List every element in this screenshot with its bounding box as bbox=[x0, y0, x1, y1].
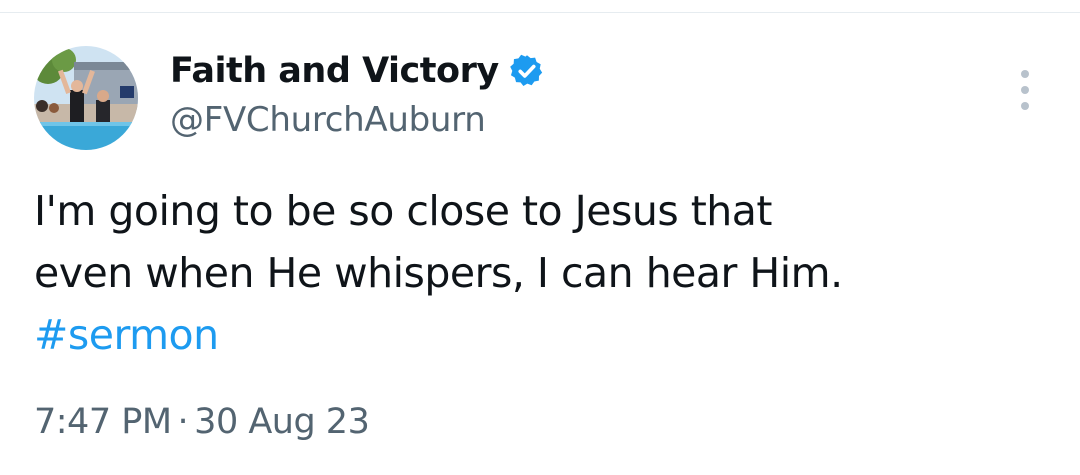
author-handle[interactable]: @FVChurchAuburn bbox=[170, 100, 486, 140]
tweet: Faith and Victory @FVChurchAuburn I'm go… bbox=[0, 0, 1080, 475]
avatar-image bbox=[34, 46, 138, 150]
more-dot bbox=[1021, 102, 1029, 110]
tweet-text-line: I'm going to be so close to Jesus that bbox=[34, 187, 772, 235]
more-dot bbox=[1021, 86, 1029, 94]
timestamp-separator: · bbox=[177, 402, 189, 442]
more-vertical-icon[interactable] bbox=[1010, 70, 1040, 110]
verified-badge-icon bbox=[509, 54, 542, 86]
tweet-hashtag-line: #sermon bbox=[34, 304, 1044, 366]
author-name-row: Faith and Victory bbox=[170, 48, 545, 94]
avatar[interactable] bbox=[34, 46, 138, 150]
tweet-date: 30 Aug 23 bbox=[194, 402, 370, 442]
author-display-name[interactable]: Faith and Victory bbox=[170, 51, 499, 91]
timestamp[interactable]: 7:47 PM · 30 Aug 23 bbox=[34, 402, 370, 442]
tweet-text: I'm going to be so close to Jesus that e… bbox=[34, 180, 1044, 366]
more-dot bbox=[1021, 70, 1029, 78]
tweet-text-line: even when He whispers, I can hear Him. bbox=[34, 249, 843, 297]
tweet-time: 7:47 PM bbox=[34, 402, 172, 442]
hashtag-link[interactable]: #sermon bbox=[34, 311, 219, 359]
